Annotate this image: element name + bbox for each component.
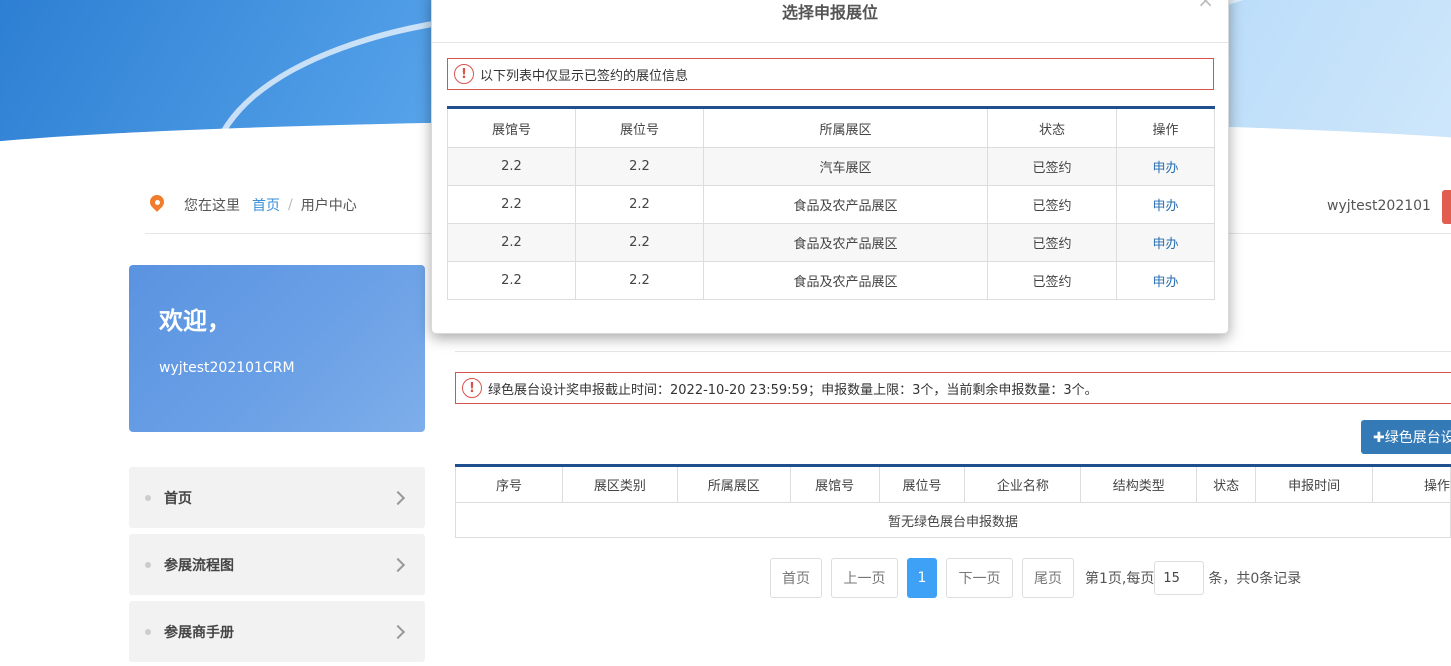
column-header: 展馆号 [447, 107, 576, 148]
add-green-booth-button[interactable]: ✚绿色展台设 [1361, 420, 1451, 454]
breadcrumb-current: 用户中心 [300, 198, 357, 214]
username[interactable]: wyjtest202101 [1327, 198, 1431, 214]
chevron-right-icon [390, 557, 406, 572]
column-header: 所属展区 [703, 107, 988, 148]
column-header: 展位号 [878, 465, 966, 503]
modal-title: 选择申报展位 [781, 3, 878, 22]
sidebar-item-label: 参展流程图 [164, 557, 234, 574]
cell-action: 申办 [1116, 147, 1215, 186]
column-header: 结构类型 [1080, 465, 1198, 503]
cell-booth: 2.2 [575, 147, 704, 186]
pager-first-button[interactable]: 首页 [770, 558, 822, 598]
page-size-input[interactable]: 15 [1154, 561, 1205, 595]
pagination: 首页 上一页 1 下一页 尾页 第1页,每页 15 条，共0条记录 [770, 558, 1301, 598]
close-icon[interactable]: × [1197, 0, 1214, 10]
deadline-notice: ! 绿色展台设计奖申报截止时间：2022-10-20 23:59:59；申报数量… [455, 372, 1451, 404]
apply-link[interactable]: 申办 [1152, 275, 1178, 290]
pager-page-info: 第1页,每页 [1085, 571, 1155, 587]
cell-hall: 2.2 [447, 185, 576, 224]
column-header: 展区类别 [561, 465, 678, 503]
cell-status: 已签约 [987, 185, 1117, 224]
cell-zone: 汽车展区 [703, 147, 988, 186]
column-header: 序号 [455, 465, 563, 503]
apply-link[interactable]: 申办 [1152, 161, 1178, 176]
logout-button[interactable] [1442, 190, 1451, 224]
table-row: 2.2 2.2 食品及农产品展区 已签约 申办 [447, 185, 1215, 224]
table-row: 2.2 2.2 食品及农产品展区 已签约 申办 [447, 223, 1215, 262]
chevron-right-icon [390, 624, 406, 639]
pager-next-button[interactable]: 下一页 [946, 558, 1013, 598]
cell-status: 已签约 [987, 223, 1117, 262]
cell-action: 申办 [1116, 261, 1215, 300]
column-header: 操作 [1372, 465, 1451, 503]
column-header: 所属展区 [676, 465, 791, 503]
cell-zone: 食品及农产品展区 [703, 185, 988, 224]
table-header-row: 序号 展区类别 所属展区 展馆号 展位号 企业名称 结构类型 状态 申报时间 操… [455, 465, 1451, 503]
cell-status: 已签约 [987, 147, 1117, 186]
column-header: 操作 [1116, 107, 1215, 148]
table-row: 暂无绿色展台申报数据 [455, 502, 1451, 538]
chevron-right-icon [390, 490, 406, 505]
welcome-card: 欢迎， wyjtest202101CRM [129, 265, 425, 432]
sidebar-item-label: 参展商手册 [164, 624, 234, 641]
cell-zone: 食品及农产品展区 [703, 223, 988, 262]
cell-booth: 2.2 [575, 185, 704, 224]
empty-state-text: 暂无绿色展台申报数据 [455, 502, 1451, 538]
alert-icon: ! [462, 378, 482, 398]
pager-page-1[interactable]: 1 [907, 558, 937, 598]
pager-prev-button[interactable]: 上一页 [831, 558, 898, 598]
cell-hall: 2.2 [447, 223, 576, 262]
table-header-row: 展馆号 展位号 所属展区 状态 操作 [447, 107, 1215, 148]
modal-notice: ! 以下列表中仅显示已签约的展位信息 [447, 58, 1214, 90]
column-header: 企业名称 [964, 465, 1082, 503]
column-header: 展位号 [575, 107, 704, 148]
select-booth-modal: 选择申报展位 × ! 以下列表中仅显示已签约的展位信息 展馆号 展位号 所属展区… [431, 0, 1229, 334]
table-row: 2.2 2.2 食品及农产品展区 已签约 申办 [447, 261, 1215, 300]
sidebar-item-home[interactable]: 首页 [129, 467, 425, 528]
column-header: 状态 [987, 107, 1117, 148]
breadcrumb-prefix: 您在这里 [184, 198, 240, 214]
apply-link[interactable]: 申办 [1152, 237, 1178, 252]
sidebar-item-manual[interactable]: 参展商手册 [129, 601, 425, 662]
divider [432, 42, 1228, 43]
pager-total-info: 条，共0条记录 [1208, 571, 1302, 587]
location-pin-icon [150, 195, 164, 215]
welcome-greeting: 欢迎， [159, 307, 231, 335]
bullet-icon [145, 494, 151, 501]
table-row: 2.2 2.2 汽车展区 已签约 申办 [447, 147, 1215, 186]
cell-zone: 食品及农产品展区 [703, 261, 988, 300]
cell-booth: 2.2 [575, 223, 704, 262]
column-header: 状态 [1196, 465, 1257, 503]
bullet-icon [145, 628, 151, 635]
breadcrumb-home-link[interactable]: 首页 [252, 195, 280, 215]
pager-last-button[interactable]: 尾页 [1022, 558, 1074, 598]
cell-action: 申办 [1116, 223, 1215, 262]
bullet-icon [145, 561, 151, 568]
divider [455, 351, 1451, 352]
welcome-account: wyjtest202101CRM [159, 360, 295, 376]
apply-link[interactable]: 申办 [1152, 199, 1178, 214]
sidebar-item-flowchart[interactable]: 参展流程图 [129, 534, 425, 595]
alert-icon: ! [454, 64, 474, 84]
deadline-notice-text: 绿色展台设计奖申报截止时间：2022-10-20 23:59:59；申报数量上限… [488, 382, 1098, 398]
cell-action: 申办 [1116, 185, 1215, 224]
cell-hall: 2.2 [447, 261, 576, 300]
cell-status: 已签约 [987, 261, 1117, 300]
breadcrumb: 您在这里 首页 / 用户中心 [150, 190, 357, 220]
sidebar-item-label: 首页 [164, 490, 192, 507]
column-header: 展馆号 [789, 465, 880, 503]
breadcrumb-separator: / [288, 197, 293, 213]
cell-hall: 2.2 [447, 147, 576, 186]
application-table: 序号 展区类别 所属展区 展馆号 展位号 企业名称 结构类型 状态 申报时间 操… [455, 464, 1451, 538]
column-header: 申报时间 [1255, 465, 1374, 503]
booth-table: 展馆号 展位号 所属展区 状态 操作 2.2 2.2 汽车展区 已签约 申办 2… [447, 106, 1215, 300]
cell-booth: 2.2 [575, 261, 704, 300]
modal-notice-text: 以下列表中仅显示已签约的展位信息 [480, 68, 689, 84]
